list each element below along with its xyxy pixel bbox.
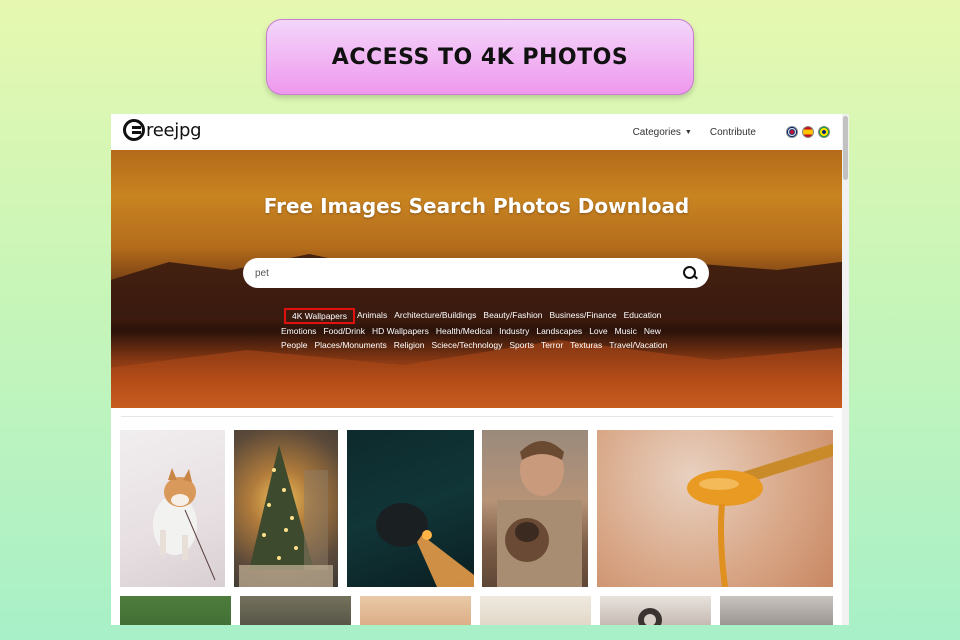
category-row: People Places/Monuments Religion Sciece/… [281,338,681,352]
banner-title: ACCESS TO 4K PHOTOS [331,44,629,70]
category-links: 4K Wallpapers Animals Architecture/Build… [281,308,681,352]
category-hd-wallpapers[interactable]: HD Wallpapers [372,324,429,338]
scrollbar-thumb[interactable] [843,116,848,180]
photo-gallery [111,430,842,625]
category-animals[interactable]: Animals [357,308,387,324]
category-architecture[interactable]: Architecture/Buildings [394,308,476,324]
bowl-image [638,608,662,625]
category-emotions[interactable]: Emotions [281,324,316,338]
photo-thumbnail[interactable] [120,430,225,587]
photo-thumbnail[interactable] [240,596,351,625]
category-education[interactable]: Education [624,308,662,324]
logo-text: reejpg [146,119,202,141]
photo-thumbnail[interactable] [720,596,833,625]
category-food[interactable]: Food/Drink [323,324,365,338]
category-row: 4K Wallpapers Animals Architecture/Build… [281,308,681,324]
category-new[interactable]: New [644,324,661,338]
person-in-dark-image [376,503,474,587]
category-industry[interactable]: Industry [499,324,529,338]
category-music[interactable]: Music [615,324,637,338]
categories-label: Categories [632,126,681,138]
hero-title: Free Images Search Photos Download [263,194,690,218]
category-beauty[interactable]: Beauty/Fashion [483,308,542,324]
category-religion[interactable]: Religion [394,338,425,352]
photo-thumbnail[interactable] [480,596,591,625]
category-business[interactable]: Business/Finance [550,308,617,324]
brazil-flag-icon[interactable] [818,126,830,138]
section-divider [121,416,833,417]
search-input[interactable] [255,267,683,279]
photo-thumbnail[interactable] [600,596,711,625]
caret-down-icon: ▼ [684,128,692,136]
category-landscapes[interactable]: Landscapes [536,324,582,338]
logo-icon [123,119,145,141]
photo-thumbnail[interactable] [120,596,231,625]
category-sports[interactable]: Sports [509,338,534,352]
photo-thumbnail[interactable] [347,430,474,587]
photo-thumbnail[interactable] [360,596,471,625]
category-love[interactable]: Love [589,324,607,338]
photo-thumbnail[interactable] [234,430,338,587]
christmas-tree-image [239,445,333,587]
category-science[interactable]: Sciece/Technology [431,338,502,352]
hero-banner: Free Images Search Photos Download 4K Wa… [111,150,842,408]
man-with-dog-image [497,441,582,587]
dog-in-snow-image [153,468,216,581]
contribute-link[interactable]: Contribute [710,127,756,138]
photo-thumbnail[interactable] [597,430,833,587]
category-terror[interactable]: Terror [541,338,563,352]
category-health[interactable]: Health/Medical [436,324,492,338]
honey-dipper-image [687,444,833,587]
uk-flag-icon[interactable] [786,126,798,138]
spain-flag-icon[interactable] [802,126,814,138]
title-banner: ACCESS TO 4K PHOTOS [266,19,694,95]
category-row: Emotions Food/Drink HD Wallpapers Health… [281,324,681,338]
browser-viewport: reejpg Categories ▼ Contribute Free Imag… [111,114,849,625]
site-navbar: reejpg Categories ▼ Contribute [111,114,842,150]
site-logo[interactable]: reejpg [123,119,202,141]
category-people[interactable]: People [281,338,307,352]
category-travel[interactable]: Travel/Vacation [609,338,667,352]
category-places[interactable]: Places/Monuments [314,338,386,352]
scrollbar[interactable] [842,114,849,625]
categories-menu[interactable]: Categories ▼ [633,127,692,138]
photo-thumbnail[interactable] [482,430,588,587]
category-4k-wallpapers[interactable]: 4K Wallpapers [284,308,355,324]
search-bar [243,258,709,288]
category-texturas[interactable]: Texturas [570,338,602,352]
language-flags [786,126,830,138]
search-icon[interactable] [683,266,697,280]
nav-links: Categories ▼ Contribute [633,114,830,150]
